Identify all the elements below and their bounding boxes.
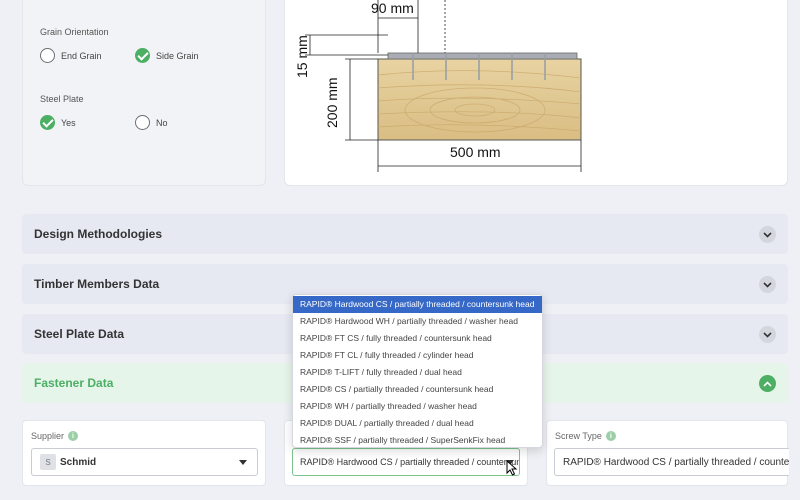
- chevron-up-icon[interactable]: [759, 375, 776, 392]
- screw-type-panel: Screw Type i RAPID® Hardwood CS / partia…: [546, 420, 789, 486]
- screw-type-label-text: Screw Type: [555, 431, 602, 441]
- supplier-value: Schmid: [60, 456, 97, 468]
- dropdown-option[interactable]: RAPID® CS / partially threaded / counter…: [293, 381, 542, 398]
- product-dropdown-menu: RAPID® Hardwood CS / partially threaded …: [292, 294, 543, 448]
- screw-type-value: RAPID® Hardwood CS / partially threaded …: [563, 456, 789, 468]
- radio-label: Side Grain: [156, 50, 199, 61]
- mouse-pointer-icon: [506, 460, 518, 476]
- radio-label: No: [156, 117, 168, 128]
- chevron-down-icon[interactable]: [759, 326, 776, 343]
- options-card: Grain Orientation End Grain Side Grain S…: [22, 0, 266, 186]
- caret-down-icon: [239, 460, 247, 465]
- supplier-panel: Supplier i S Schmid: [22, 420, 266, 486]
- supplier-label-text: Supplier: [31, 431, 65, 441]
- connection-drawing: 90 mm 15 mm 200 mm 500 mm: [294, 0, 582, 172]
- section-title: Timber Members Data: [34, 277, 160, 291]
- supplier-select[interactable]: S Schmid: [31, 448, 258, 476]
- radio-side-grain[interactable]: Side Grain: [135, 48, 199, 63]
- screw-type-label: Screw Type i: [555, 431, 616, 441]
- radio-steel-plate-no[interactable]: No: [135, 115, 168, 130]
- supplier-label: Supplier i: [31, 431, 79, 441]
- connection-drawing-card: 90 mm 15 mm 200 mm 500 mm: [284, 0, 788, 186]
- section-title: Steel Plate Data: [34, 327, 125, 341]
- info-icon[interactable]: i: [68, 431, 79, 441]
- chevron-down-icon[interactable]: [759, 276, 776, 293]
- dim-plate-width: 90 mm: [371, 0, 414, 16]
- supplier-avatar: S: [40, 454, 56, 470]
- radio-steel-plate-yes[interactable]: Yes: [40, 115, 76, 130]
- section-title: Fastener Data: [34, 376, 114, 390]
- steel-plate: [387, 52, 578, 60]
- radio-circle-icon: [40, 48, 55, 63]
- dropdown-option[interactable]: RAPID® Hardwood CS / partially threaded …: [293, 296, 542, 313]
- dropdown-option[interactable]: RAPID® FT CL / fully threaded / cylinder…: [293, 347, 542, 364]
- dim-timber-height: 200 mm: [324, 77, 340, 128]
- radio-label: Yes: [61, 117, 76, 128]
- dropdown-option[interactable]: RAPID® FT CS / fully threaded / counters…: [293, 330, 542, 347]
- check-circle-icon: [135, 48, 150, 63]
- dim-plate-thickness: 15 mm: [294, 35, 310, 78]
- chevron-down-icon[interactable]: [759, 226, 776, 243]
- radio-label: End Grain: [61, 50, 102, 61]
- section-design-methodologies[interactable]: Design Methodologies: [22, 214, 788, 254]
- dim-timber-width: 500 mm: [450, 144, 501, 160]
- section-title: Design Methodologies: [34, 227, 163, 241]
- grain-orientation-label: Grain Orientation: [40, 27, 109, 37]
- radio-circle-icon: [135, 115, 150, 130]
- info-icon[interactable]: i: [605, 431, 616, 441]
- product-select[interactable]: RAPID® Hardwood CS / partially threaded …: [292, 448, 520, 476]
- dropdown-option[interactable]: RAPID® WH / partially threaded / washer …: [293, 398, 542, 415]
- dropdown-option[interactable]: RAPID® DUAL / partially threaded / dual …: [293, 415, 542, 432]
- dropdown-option[interactable]: RAPID® SSF / partially threaded / SuperS…: [293, 432, 542, 449]
- radio-end-grain[interactable]: End Grain: [40, 48, 102, 63]
- steel-plate-label: Steel Plate: [40, 94, 84, 104]
- screw-type-input[interactable]: RAPID® Hardwood CS / partially threaded …: [554, 448, 789, 476]
- product-value: RAPID® Hardwood CS / partially threaded …: [300, 457, 519, 467]
- check-circle-icon: [40, 115, 55, 130]
- dropdown-option[interactable]: RAPID® T-LIFT / fully threaded / dual he…: [293, 364, 542, 381]
- dropdown-option[interactable]: RAPID® Hardwood WH / partially threaded …: [293, 313, 542, 330]
